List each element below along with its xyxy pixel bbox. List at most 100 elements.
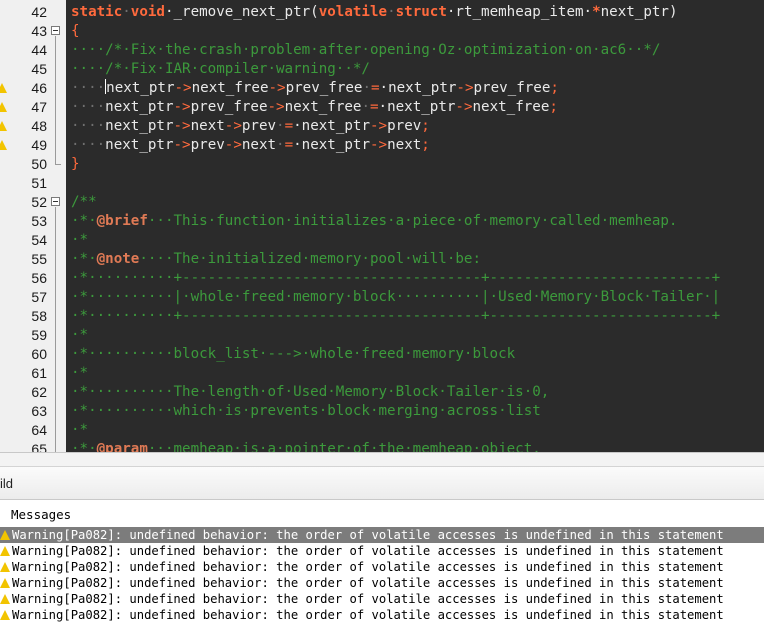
line-number-row[interactable]: 56 bbox=[0, 269, 66, 288]
fold-toggle-icon[interactable] bbox=[51, 26, 60, 35]
line-number-row[interactable]: 62 bbox=[0, 383, 66, 402]
code-line[interactable]: ·*··········block_list·--->·whole·freed·… bbox=[71, 345, 515, 364]
code-token: prev_free bbox=[190, 99, 268, 115]
code-token: ; bbox=[549, 99, 558, 115]
code-line[interactable]: ····next_ptr->prev->next·=·next_ptr->nex… bbox=[71, 136, 430, 155]
line-number-row[interactable]: 60 bbox=[0, 345, 66, 364]
code-token: @param bbox=[96, 441, 148, 452]
line-number: 63 bbox=[31, 403, 47, 419]
code-line[interactable]: ·*··········|·whole·freed·memory·block··… bbox=[71, 288, 720, 307]
code-line[interactable]: ····/*·Fix·the·crash·problem·after·openi… bbox=[71, 41, 660, 60]
warning-icon bbox=[0, 546, 10, 556]
messages-column-header[interactable]: Messages bbox=[11, 506, 71, 524]
line-number-row[interactable]: 45 bbox=[0, 60, 66, 79]
line-number-row[interactable]: 48 bbox=[0, 117, 66, 136]
line-number-row[interactable]: 63 bbox=[0, 402, 66, 421]
code-token: ·* bbox=[71, 232, 89, 248]
line-number-row[interactable]: 58 bbox=[0, 307, 66, 326]
line-number: 49 bbox=[31, 137, 47, 153]
line-number: 43 bbox=[31, 23, 47, 39]
code-line[interactable]: ·* bbox=[71, 326, 88, 345]
line-number: 50 bbox=[31, 156, 47, 172]
code-token: -> bbox=[173, 137, 191, 153]
code-token: next_ptr bbox=[105, 118, 174, 134]
warning-icon[interactable] bbox=[0, 140, 7, 150]
line-number: 58 bbox=[31, 308, 47, 324]
message-row[interactable]: Warning[Pa082]: undefined behavior: the … bbox=[0, 559, 764, 575]
code-token: ····/*·Fix·the·crash·problem·after·openi… bbox=[71, 42, 661, 58]
code-token: -> bbox=[173, 118, 191, 134]
warning-icon[interactable] bbox=[0, 121, 7, 131]
line-number-row[interactable]: 61 bbox=[0, 364, 66, 383]
warning-icon[interactable] bbox=[0, 102, 7, 112]
code-line[interactable]: ·* bbox=[71, 231, 88, 250]
panel-splitter[interactable] bbox=[0, 452, 764, 467]
line-number: 47 bbox=[31, 99, 47, 115]
line-number-row[interactable]: 47 bbox=[0, 98, 66, 117]
code-line[interactable]: static·void·_remove_next_ptr(volatile·st… bbox=[71, 3, 678, 22]
code-line[interactable]: ····next_ptr->next->prev·=·next_ptr->pre… bbox=[71, 117, 430, 136]
code-token: ·*· bbox=[71, 251, 97, 267]
warning-icon bbox=[0, 562, 10, 572]
code-token: ·_remove_next_ptr( bbox=[164, 4, 319, 20]
code-line[interactable]: ····/*·Fix·IAR·compiler·warning··*/ bbox=[71, 60, 370, 79]
message-row[interactable]: Warning[Pa082]: undefined behavior: the … bbox=[0, 591, 764, 607]
code-token: ···· bbox=[71, 99, 106, 115]
message-row[interactable]: Warning[Pa082]: undefined behavior: the … bbox=[0, 607, 764, 623]
line-number-row[interactable]: 43 bbox=[0, 22, 66, 41]
warning-icon[interactable] bbox=[0, 83, 7, 93]
line-number: 42 bbox=[31, 4, 47, 20]
line-number-row[interactable]: 65 bbox=[0, 440, 66, 452]
code-token: ·*··········which·is·prevents·block·merg… bbox=[71, 403, 541, 419]
code-token: { bbox=[71, 23, 80, 39]
message-row[interactable]: Warning[Pa082]: undefined behavior: the … bbox=[0, 575, 764, 591]
fold-toggle-icon[interactable] bbox=[51, 197, 60, 206]
warning-icon bbox=[0, 578, 10, 588]
fold-guide bbox=[55, 36, 56, 164]
line-number-row[interactable]: 57 bbox=[0, 288, 66, 307]
code-area[interactable]: static·void·_remove_next_ptr(volatile·st… bbox=[66, 0, 764, 452]
line-number-gutter[interactable]: 42 43 44 45 46 47 48 49 50 51 52 53 54 55 56 57 58 59 60 61… bbox=[0, 0, 67, 452]
line-number-row[interactable]: 51 bbox=[0, 174, 66, 193]
code-token: -> bbox=[370, 118, 388, 134]
code-line[interactable]: ·*·@note····The·initialized·memory·pool·… bbox=[71, 250, 481, 269]
line-number-row[interactable]: 44 bbox=[0, 41, 66, 60]
line-number: 52 bbox=[31, 194, 47, 210]
code-editor[interactable]: 42 43 44 45 46 47 48 49 50 51 52 53 54 55 56 57 58 59 60 61… bbox=[0, 0, 764, 452]
code-token: * bbox=[592, 4, 601, 20]
line-number-row[interactable]: 52 bbox=[0, 193, 66, 212]
code-token: void bbox=[130, 4, 165, 20]
line-number: 60 bbox=[31, 346, 47, 362]
code-line[interactable]: ·*·@param···memheap·is·a·pointer·of·the·… bbox=[71, 440, 541, 452]
code-line[interactable]: ·*··········The·length·of·Used·Memory·Bl… bbox=[71, 383, 549, 402]
code-line[interactable]: { bbox=[71, 22, 80, 41]
code-token: struct bbox=[395, 4, 447, 20]
code-line[interactable]: ·*··········+---------------------------… bbox=[71, 269, 720, 288]
code-token: prev bbox=[241, 118, 277, 134]
code-line[interactable]: ·* bbox=[71, 364, 88, 383]
code-token: prev bbox=[190, 137, 225, 153]
line-number: 56 bbox=[31, 270, 47, 286]
code-line[interactable]: /** bbox=[71, 193, 97, 212]
message-row[interactable]: Warning[Pa082]: undefined behavior: the … bbox=[0, 527, 764, 543]
line-number-row[interactable]: 55 bbox=[0, 250, 66, 269]
line-number-row[interactable]: 59 bbox=[0, 326, 66, 345]
code-token: ·next_ptr bbox=[378, 99, 456, 115]
line-number-row[interactable]: 46 bbox=[0, 79, 66, 98]
code-line[interactable]: ·*··········+---------------------------… bbox=[71, 307, 720, 326]
messages-panel[interactable]: Messages Warning[Pa082]: undefined behav… bbox=[0, 500, 764, 629]
line-number-row[interactable]: 53 bbox=[0, 212, 66, 231]
code-token: ·* bbox=[71, 365, 89, 381]
line-number-row[interactable]: 42 bbox=[0, 3, 66, 22]
code-line[interactable]: ·* bbox=[71, 421, 88, 440]
code-line[interactable]: ····next_ptr->next_free->prev_free·=·nex… bbox=[71, 79, 559, 98]
code-line[interactable]: ····next_ptr->prev_free->next_free·=·nex… bbox=[71, 98, 558, 117]
line-number: 44 bbox=[31, 42, 47, 58]
code-line[interactable]: ·*·@brief···This·function·initializes·a·… bbox=[71, 212, 677, 231]
code-line[interactable]: } bbox=[71, 155, 80, 174]
line-number-row[interactable]: 49 bbox=[0, 136, 66, 155]
line-number-row[interactable]: 54 bbox=[0, 231, 66, 250]
line-number-row[interactable]: 64 bbox=[0, 421, 66, 440]
message-row[interactable]: Warning[Pa082]: undefined behavior: the … bbox=[0, 543, 764, 559]
code-line[interactable]: ·*··········which·is·prevents·block·merg… bbox=[71, 402, 541, 421]
